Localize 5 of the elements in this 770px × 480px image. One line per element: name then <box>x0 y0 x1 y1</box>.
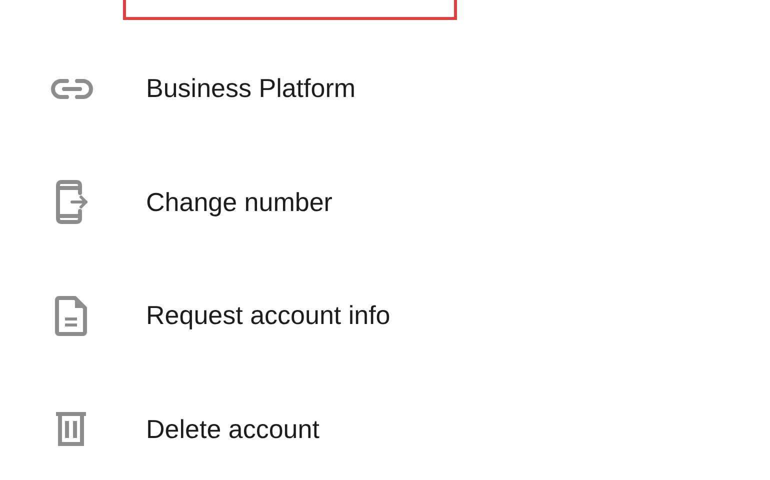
menu-item[interactable]: Request account info <box>146 296 390 336</box>
menu-item[interactable]: Delete account <box>146 410 320 449</box>
menu-item[interactable]: Business Platform <box>146 69 356 108</box>
menu-item[interactable]: Change number <box>146 182 332 222</box>
link-icon <box>50 76 94 101</box>
